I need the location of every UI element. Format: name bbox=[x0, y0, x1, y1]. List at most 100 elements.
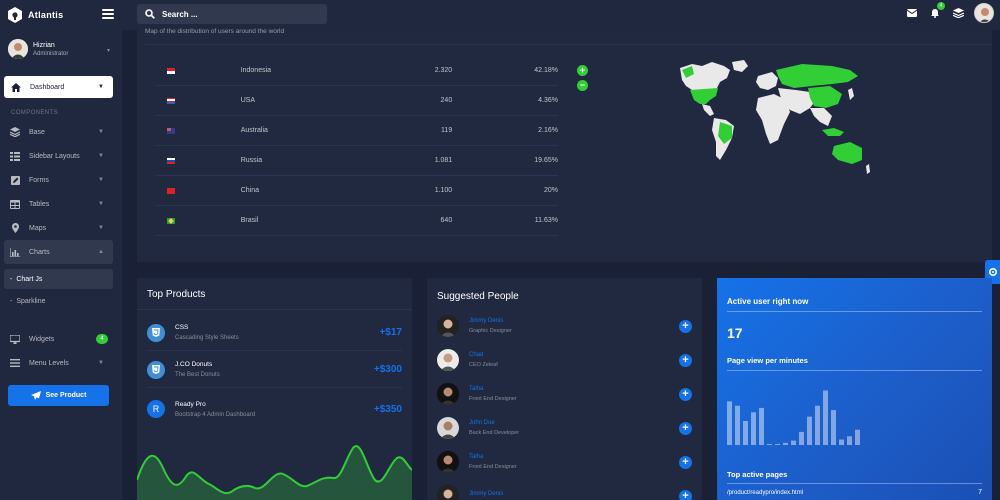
layers-icon[interactable] bbox=[951, 6, 965, 20]
list-item[interactable]: CSS Cascading Style Sheets +$17 bbox=[147, 315, 402, 351]
search-icon[interactable] bbox=[145, 9, 155, 19]
add-person-button[interactable]: + bbox=[679, 353, 692, 367]
sidebar-item-label: Maps bbox=[29, 224, 47, 232]
country-name: USA bbox=[240, 97, 256, 104]
sidebar-item-maps[interactable]: Maps ▼ bbox=[0, 216, 122, 240]
product-name: Ready Pro bbox=[175, 400, 206, 408]
css3-icon bbox=[147, 323, 165, 342]
caret-down-icon: ▼ bbox=[98, 177, 104, 183]
person-name[interactable]: Talha bbox=[469, 386, 517, 392]
list-item[interactable]: J.CO Donuts The Best Donuts +$300 bbox=[147, 352, 402, 388]
sidebar-subitem-sparkline[interactable]: - Sparkline bbox=[4, 291, 113, 311]
menu-toggle-icon[interactable] bbox=[102, 9, 114, 19]
flag-australia-icon bbox=[167, 127, 175, 134]
caret-down-icon: ▼ bbox=[98, 129, 104, 135]
add-person-button[interactable]: + bbox=[679, 455, 692, 469]
flag-brazil-icon bbox=[167, 217, 175, 224]
avatar[interactable] bbox=[437, 349, 459, 371]
top-page-count: 7 bbox=[978, 489, 982, 496]
sidebar-item-sidebar-layouts[interactable]: Sidebar Layouts ▼ bbox=[0, 144, 122, 168]
avatar[interactable] bbox=[974, 3, 994, 23]
active-users-card: Active user right now 17 Page view per m… bbox=[717, 278, 992, 500]
add-person-button[interactable]: + bbox=[679, 387, 692, 401]
pageview-bar bbox=[783, 442, 788, 445]
pageview-bar bbox=[839, 439, 844, 445]
pen-square-icon bbox=[10, 175, 20, 185]
nav-section-label: COMPONENTS bbox=[11, 110, 59, 116]
avatar[interactable] bbox=[437, 417, 459, 439]
person-role: Front End Designer bbox=[469, 396, 517, 402]
country-percent: 42.18% bbox=[534, 67, 558, 74]
bell-icon[interactable]: 4 bbox=[928, 2, 945, 20]
chevron-down-icon[interactable]: ▾ bbox=[107, 47, 110, 54]
avatar[interactable] bbox=[437, 451, 459, 473]
map-region-europe bbox=[756, 72, 778, 90]
sidebar-item-forms[interactable]: Forms ▼ bbox=[0, 168, 122, 192]
sparkline-chart bbox=[137, 445, 412, 500]
avatar[interactable] bbox=[437, 315, 459, 337]
avatar[interactable] bbox=[437, 383, 459, 405]
world-map[interactable] bbox=[672, 60, 872, 188]
list-item[interactable]: R Ready Pro Bootstrap 4 Admin Dashboard … bbox=[147, 391, 402, 427]
user-name: Hizrian bbox=[33, 41, 55, 49]
user-avatar bbox=[8, 39, 28, 59]
list-item: John Doe Back End Developer + bbox=[437, 411, 692, 445]
top-products-card: Top Products CSS Cascading Style Sheets … bbox=[137, 278, 412, 500]
flag-china-icon bbox=[167, 187, 175, 194]
table-row: Australia 119 2.16% bbox=[155, 116, 558, 146]
envelope-icon[interactable] bbox=[905, 6, 919, 20]
pageview-bar bbox=[847, 436, 852, 445]
table-row: Russia 1.081 19.65% bbox=[155, 146, 558, 176]
country-percent: 19.65% bbox=[534, 157, 558, 164]
list-item: Jimmy Denis + bbox=[437, 479, 692, 500]
table-row: USA 240 4.36% bbox=[155, 86, 558, 116]
divider bbox=[137, 309, 412, 310]
see-product-button[interactable]: See Product bbox=[8, 385, 109, 406]
sidebar-item-label: Menu Levels bbox=[29, 359, 69, 367]
sidebar-item-widgets[interactable]: Widgets 4 bbox=[0, 327, 122, 351]
flag-russia-icon bbox=[167, 157, 175, 164]
sidebar-item-menu-levels[interactable]: Menu Levels ▼ bbox=[0, 351, 122, 375]
country-name: Brasil bbox=[240, 217, 259, 224]
person-name[interactable]: John Doe bbox=[469, 420, 519, 426]
caret-down-icon: ▼ bbox=[98, 153, 104, 159]
sidebar-item-label: Base bbox=[29, 128, 45, 136]
person-name[interactable]: Chad bbox=[469, 352, 498, 358]
map-region-central-america bbox=[702, 104, 714, 116]
person-name[interactable]: Talha bbox=[469, 454, 517, 460]
sidebar-item-base[interactable]: Base ▼ bbox=[0, 120, 122, 144]
user-box[interactable]: Hizrian Administrator ▾ bbox=[0, 30, 122, 68]
search-input[interactable] bbox=[162, 9, 312, 19]
person-name[interactable]: Jimmy Denis bbox=[469, 318, 512, 324]
country-count: 2.320 bbox=[434, 67, 453, 74]
top-page-url[interactable]: /product/readypro/index.html bbox=[727, 490, 803, 496]
sidebar-item-dashboard[interactable]: Dashboard ▼ bbox=[4, 76, 113, 98]
country-count: 240 bbox=[440, 97, 453, 104]
product-price: +$350 bbox=[373, 403, 402, 415]
zoom-out-button[interactable]: − bbox=[577, 80, 588, 91]
pageview-bar bbox=[815, 405, 820, 445]
topbar: 4 bbox=[122, 0, 1000, 30]
zoom-in-button[interactable]: + bbox=[577, 65, 588, 76]
person-role: CEO Zeleaf bbox=[469, 362, 498, 368]
sidebar-item-charts[interactable]: Charts ▲ bbox=[4, 240, 113, 264]
person-role: Back End Developer bbox=[469, 430, 520, 436]
add-person-button[interactable]: + bbox=[679, 421, 692, 435]
sidebar-subitem-chart-js[interactable]: - Chart Js bbox=[4, 269, 113, 289]
logo-icon bbox=[8, 7, 22, 23]
divider bbox=[727, 483, 982, 484]
add-person-button[interactable]: + bbox=[679, 319, 692, 333]
person-name[interactable]: Jimmy Denis bbox=[469, 491, 503, 497]
map-region-russia bbox=[776, 64, 858, 88]
person-role: Front End Designer bbox=[469, 464, 517, 470]
user-role: Administrator bbox=[33, 50, 69, 57]
map-region-new-zealand bbox=[866, 164, 870, 174]
country-table: Indonesia 2.320 42.18% USA 240 4.36% Aus… bbox=[155, 56, 558, 236]
avatar[interactable] bbox=[437, 485, 459, 500]
table-row: Indonesia 2.320 42.18% bbox=[155, 56, 558, 86]
map-region-australia bbox=[832, 142, 862, 164]
suggested-people-title: Suggested People bbox=[437, 291, 519, 302]
sidebar-item-tables[interactable]: Tables ▼ bbox=[0, 192, 122, 216]
add-person-button[interactable]: + bbox=[679, 489, 692, 500]
map-region-china bbox=[808, 86, 842, 108]
